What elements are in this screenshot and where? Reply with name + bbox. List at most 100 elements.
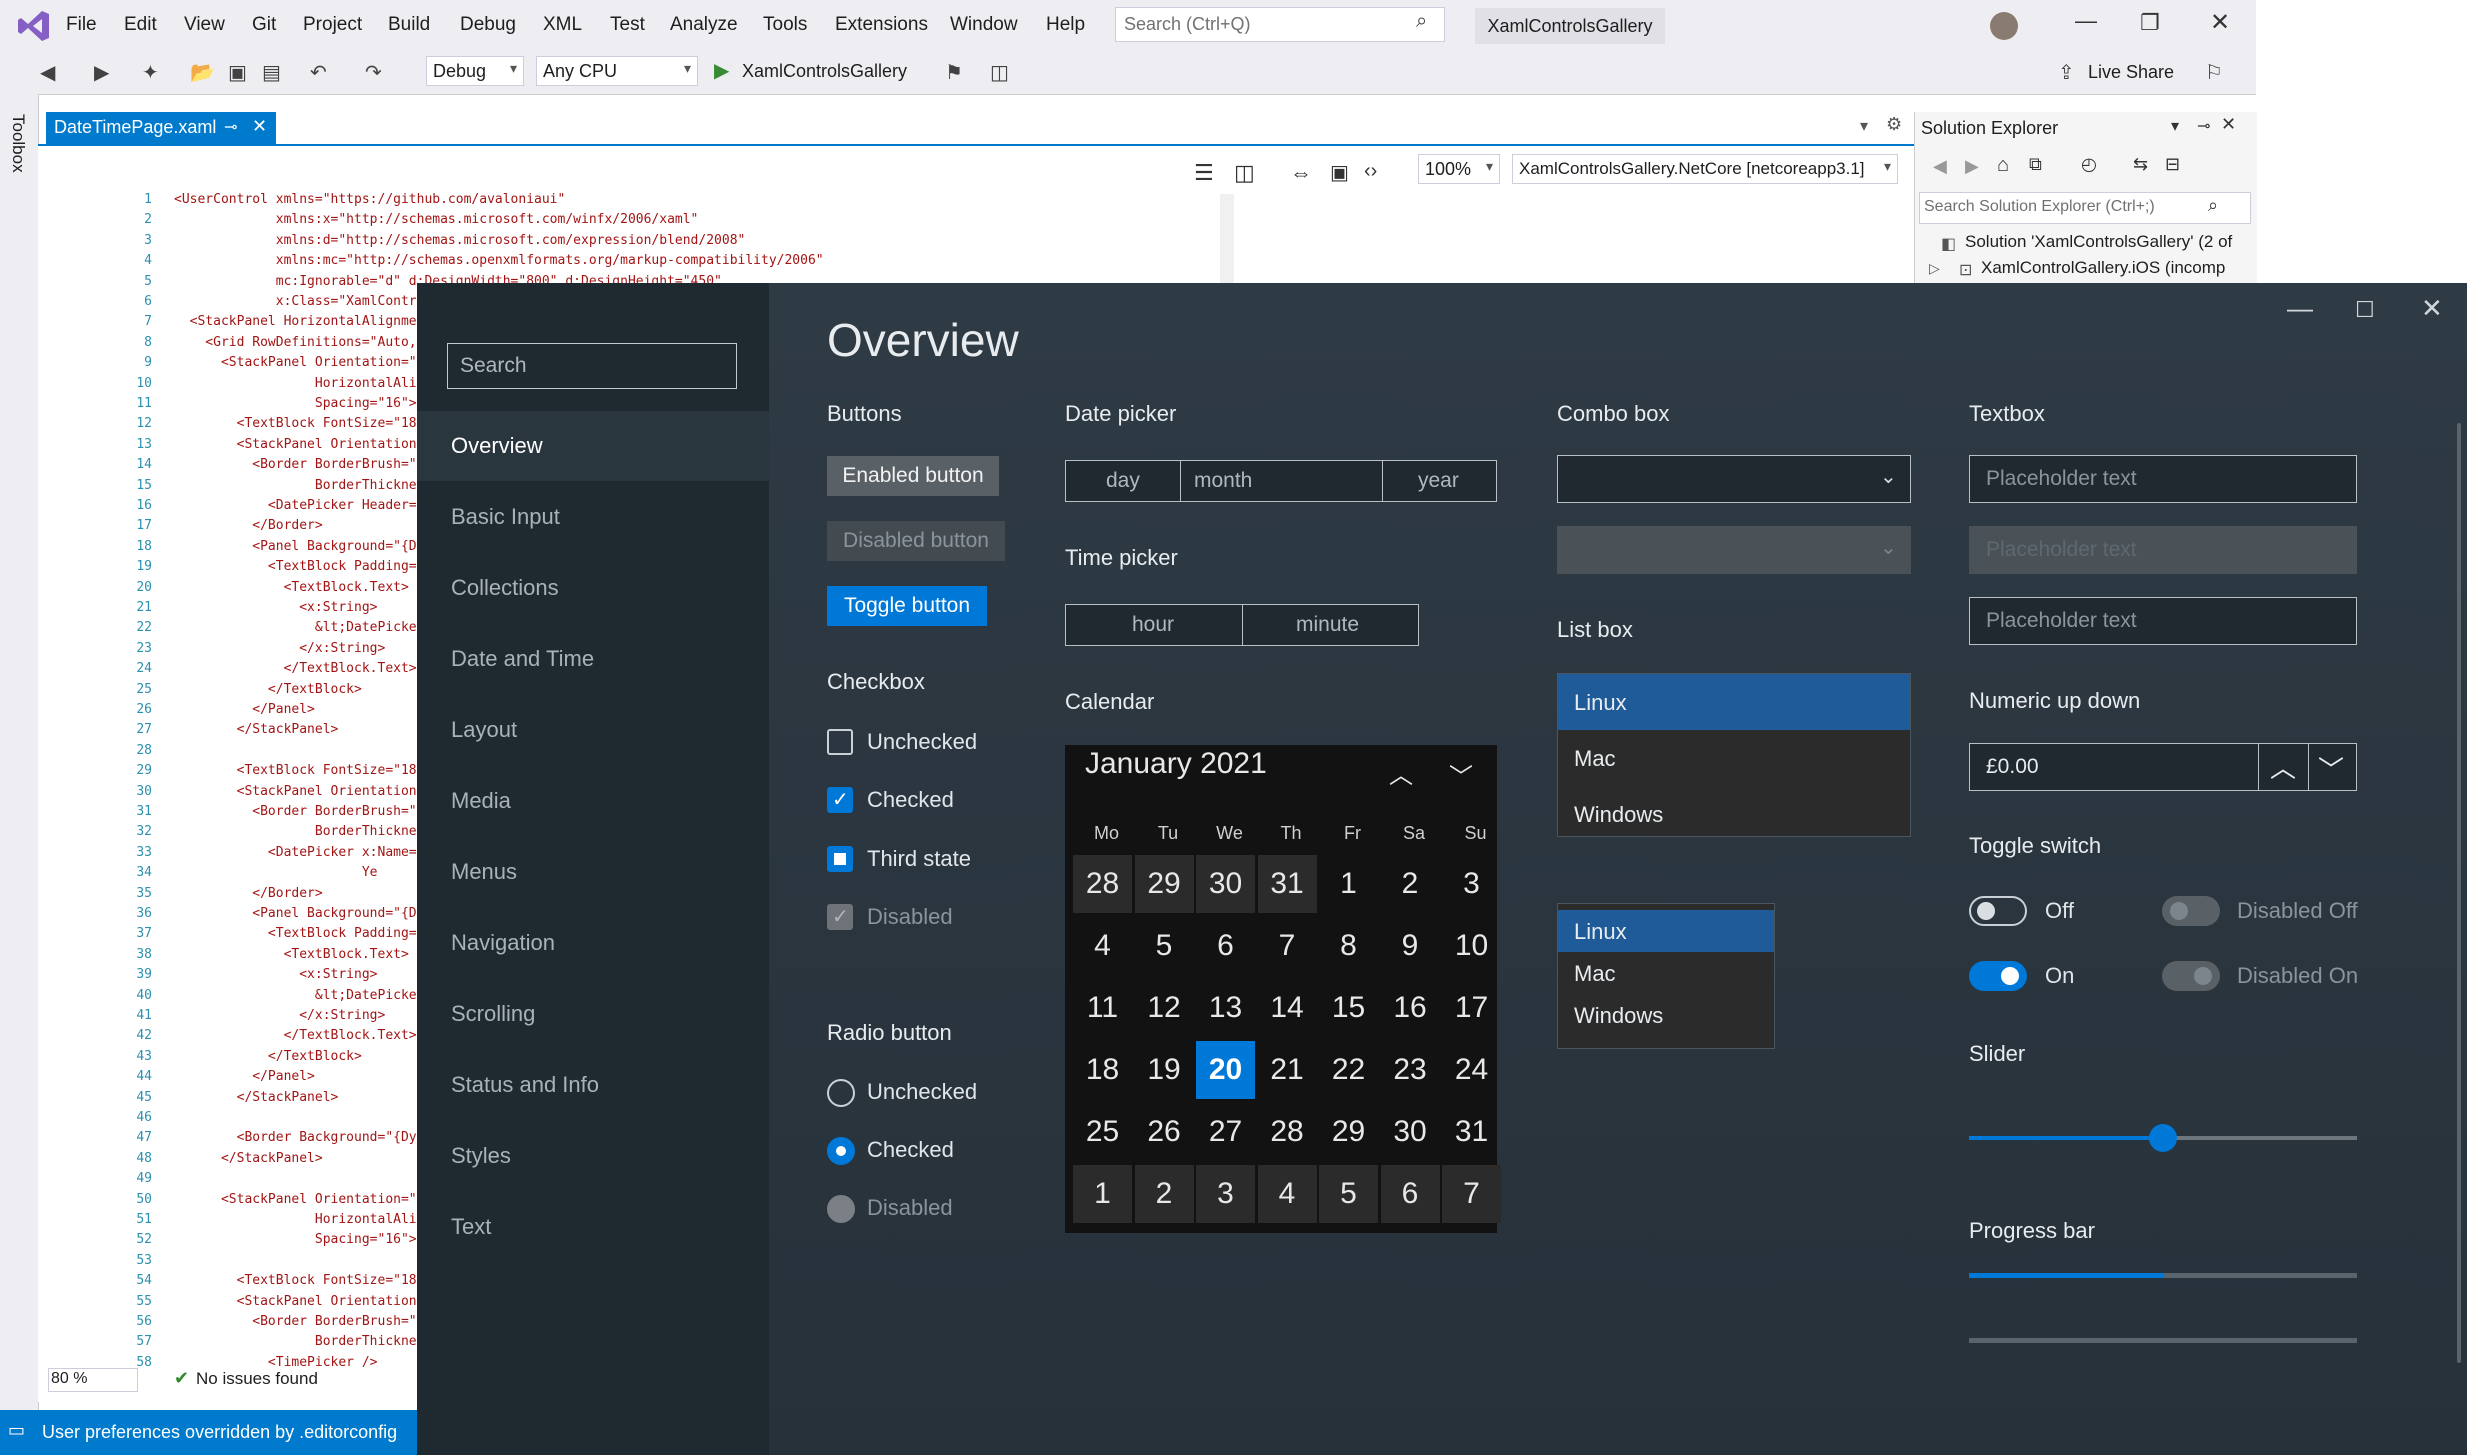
calendar-day[interactable]: 3	[1442, 855, 1501, 913]
switch-views-icon[interactable]: ⧉	[2029, 154, 2042, 175]
forward-icon[interactable]: ▶	[1965, 156, 1979, 177]
menu-tools[interactable]: Tools	[763, 14, 807, 36]
calendar-month-title[interactable]: January 2021	[1085, 747, 1267, 781]
calendar-day[interactable]: 14	[1258, 979, 1317, 1037]
close-icon[interactable]: ✕	[2221, 114, 2236, 135]
calendar-day[interactable]: 23	[1381, 1041, 1440, 1099]
calendar-day[interactable]: 21	[1258, 1041, 1317, 1099]
checkbox-third-state[interactable]	[827, 846, 853, 872]
pane-icon[interactable]: ▣	[1330, 160, 1349, 185]
browser-link-icon[interactable]: ⚑	[945, 60, 963, 85]
calendar-day[interactable]: 24	[1442, 1041, 1501, 1099]
settings-icon[interactable]: ⚙	[1886, 114, 1902, 135]
calendar-day[interactable]: 30	[1196, 855, 1255, 913]
list-item-windows[interactable]: Windows	[1558, 786, 1910, 842]
start-icon[interactable]: ▶	[714, 58, 729, 83]
tab-overflow-icon[interactable]: ▾	[1860, 116, 1868, 136]
menu-file[interactable]: File	[66, 14, 97, 36]
calendar-day[interactable]: 15	[1319, 979, 1378, 1037]
menu-analyze[interactable]: Analyze	[670, 14, 738, 36]
menu-project[interactable]: Project	[303, 14, 362, 36]
combo-box[interactable]: ⌄	[1557, 455, 1911, 503]
list-item-linux[interactable]: Linux	[1558, 674, 1910, 730]
calendar-day[interactable]: 18	[1073, 1041, 1132, 1099]
calendar-day[interactable]: 6	[1380, 1165, 1440, 1223]
calendar-day[interactable]: 31	[1257, 855, 1317, 913]
radio-unchecked[interactable]	[827, 1079, 855, 1107]
toggle-button[interactable]: Toggle button	[827, 586, 987, 626]
editor-zoom[interactable]: 80 %	[48, 1368, 138, 1392]
menu-build[interactable]: Build	[388, 14, 430, 36]
close-tab-icon[interactable]: ✕	[252, 116, 267, 137]
notification-icon[interactable]: ▭	[8, 1420, 25, 1441]
nav-item-collections[interactable]: Collections	[417, 553, 769, 623]
page-scrollbar[interactable]	[2457, 423, 2461, 1363]
calendar-day[interactable]: 2	[1134, 1165, 1194, 1223]
calendar-day[interactable]: 6	[1196, 917, 1255, 975]
nav-item-basic-input[interactable]: Basic Input	[417, 482, 769, 552]
calendar-day[interactable]: 25	[1073, 1103, 1132, 1161]
minimize-icon[interactable]: —	[2075, 8, 2097, 34]
calendar-day[interactable]: 3	[1196, 1165, 1255, 1223]
vs-search-box[interactable]: Search (Ctrl+Q) ⌕	[1115, 7, 1445, 42]
issues-status[interactable]: No issues found	[196, 1369, 318, 1389]
calendar-day[interactable]: 2	[1381, 855, 1440, 913]
toggle-switch-on[interactable]	[1969, 961, 2027, 991]
calendar-day[interactable]: 8	[1319, 917, 1378, 975]
menu-view[interactable]: View	[184, 14, 225, 36]
radio-checked[interactable]	[827, 1137, 855, 1165]
sync-icon[interactable]: ⇆	[2133, 154, 2148, 175]
horizontal-split-icon[interactable]: ☰	[1194, 160, 1214, 186]
menu-window[interactable]: Window	[950, 14, 1018, 36]
nav-item-date-and-time[interactable]: Date and Time	[417, 624, 769, 694]
open-icon[interactable]: 📂	[190, 60, 215, 85]
calendar-day[interactable]: 4	[1073, 917, 1132, 975]
code-view-icon[interactable]: ‹›	[1364, 160, 1377, 183]
restore-icon[interactable]: ❐	[2140, 10, 2160, 36]
forward-icon[interactable]: ▶	[94, 60, 109, 85]
calendar-day[interactable]: 5	[1135, 917, 1194, 975]
calendar-day[interactable]: 29	[1319, 1103, 1378, 1161]
list-box-large[interactable]: Linux Mac Windows	[1557, 673, 1911, 837]
sidebar-search-input[interactable]: Search	[447, 343, 737, 389]
save-icon[interactable]: ▣	[228, 60, 247, 85]
calendar-day[interactable]: 31	[1442, 1103, 1501, 1161]
live-share-button[interactable]: Live Share	[2088, 62, 2174, 83]
platform-dropdown[interactable]: Any CPU ▾	[536, 56, 698, 86]
calendar-day[interactable]: 19	[1135, 1041, 1194, 1099]
calendar-day[interactable]: 12	[1135, 979, 1194, 1037]
project-node[interactable]: XamlControlGallery.iOS (incomp	[1981, 258, 2225, 278]
calendar-day[interactable]: 16	[1381, 979, 1440, 1037]
calendar-day[interactable]: 4	[1257, 1165, 1317, 1223]
date-picker[interactable]: day month year	[1065, 460, 1497, 502]
window-maximize-icon[interactable]: ☐	[2355, 297, 2375, 323]
pending-changes-icon[interactable]: ◴	[2081, 154, 2097, 175]
dropdown-icon[interactable]: ▾	[2171, 116, 2179, 136]
user-avatar[interactable]	[1990, 12, 2018, 40]
undo-icon[interactable]: ↶	[310, 60, 327, 85]
calendar-day[interactable]: 20	[1196, 1041, 1255, 1099]
nav-item-status-and-info[interactable]: Status and Info	[417, 1050, 769, 1120]
textbox-3[interactable]: Placeholder text	[1969, 597, 2357, 645]
expand-icon[interactable]: ▷	[1929, 260, 1940, 277]
checkbox-checked[interactable]: ✓	[827, 787, 853, 813]
menu-xml[interactable]: XML	[543, 14, 582, 36]
list-item-mac[interactable]: Mac	[1558, 952, 1774, 994]
checkbox-unchecked[interactable]	[827, 729, 853, 755]
doc-tab-datetimepage[interactable]: DateTimePage.xaml ⊸ ✕	[46, 112, 276, 144]
chevron-down-icon[interactable]: ﹀	[2318, 750, 2344, 787]
toolbox-strip[interactable]: Toolbox	[0, 94, 39, 1410]
slider-thumb[interactable]	[2149, 1124, 2177, 1152]
new-project-icon[interactable]: ✦	[142, 60, 159, 85]
solution-node[interactable]: Solution 'XamlControlsGallery' (2 of	[1965, 232, 2232, 252]
numeric-up-down[interactable]: £0.00 ︿ ﹀	[1969, 743, 2357, 791]
menu-edit[interactable]: Edit	[124, 14, 157, 36]
nav-item-styles[interactable]: Styles	[417, 1121, 769, 1191]
list-item-windows[interactable]: Windows	[1558, 994, 1774, 1036]
screenshot-icon[interactable]: ◫	[990, 60, 1009, 85]
calendar-day[interactable]: 10	[1442, 917, 1501, 975]
save-all-icon[interactable]: ▤	[262, 60, 281, 85]
designer-zoom[interactable]: 100% ▾	[1418, 154, 1500, 184]
calendar-day[interactable]: 17	[1442, 979, 1501, 1037]
menu-git[interactable]: Git	[252, 14, 276, 36]
